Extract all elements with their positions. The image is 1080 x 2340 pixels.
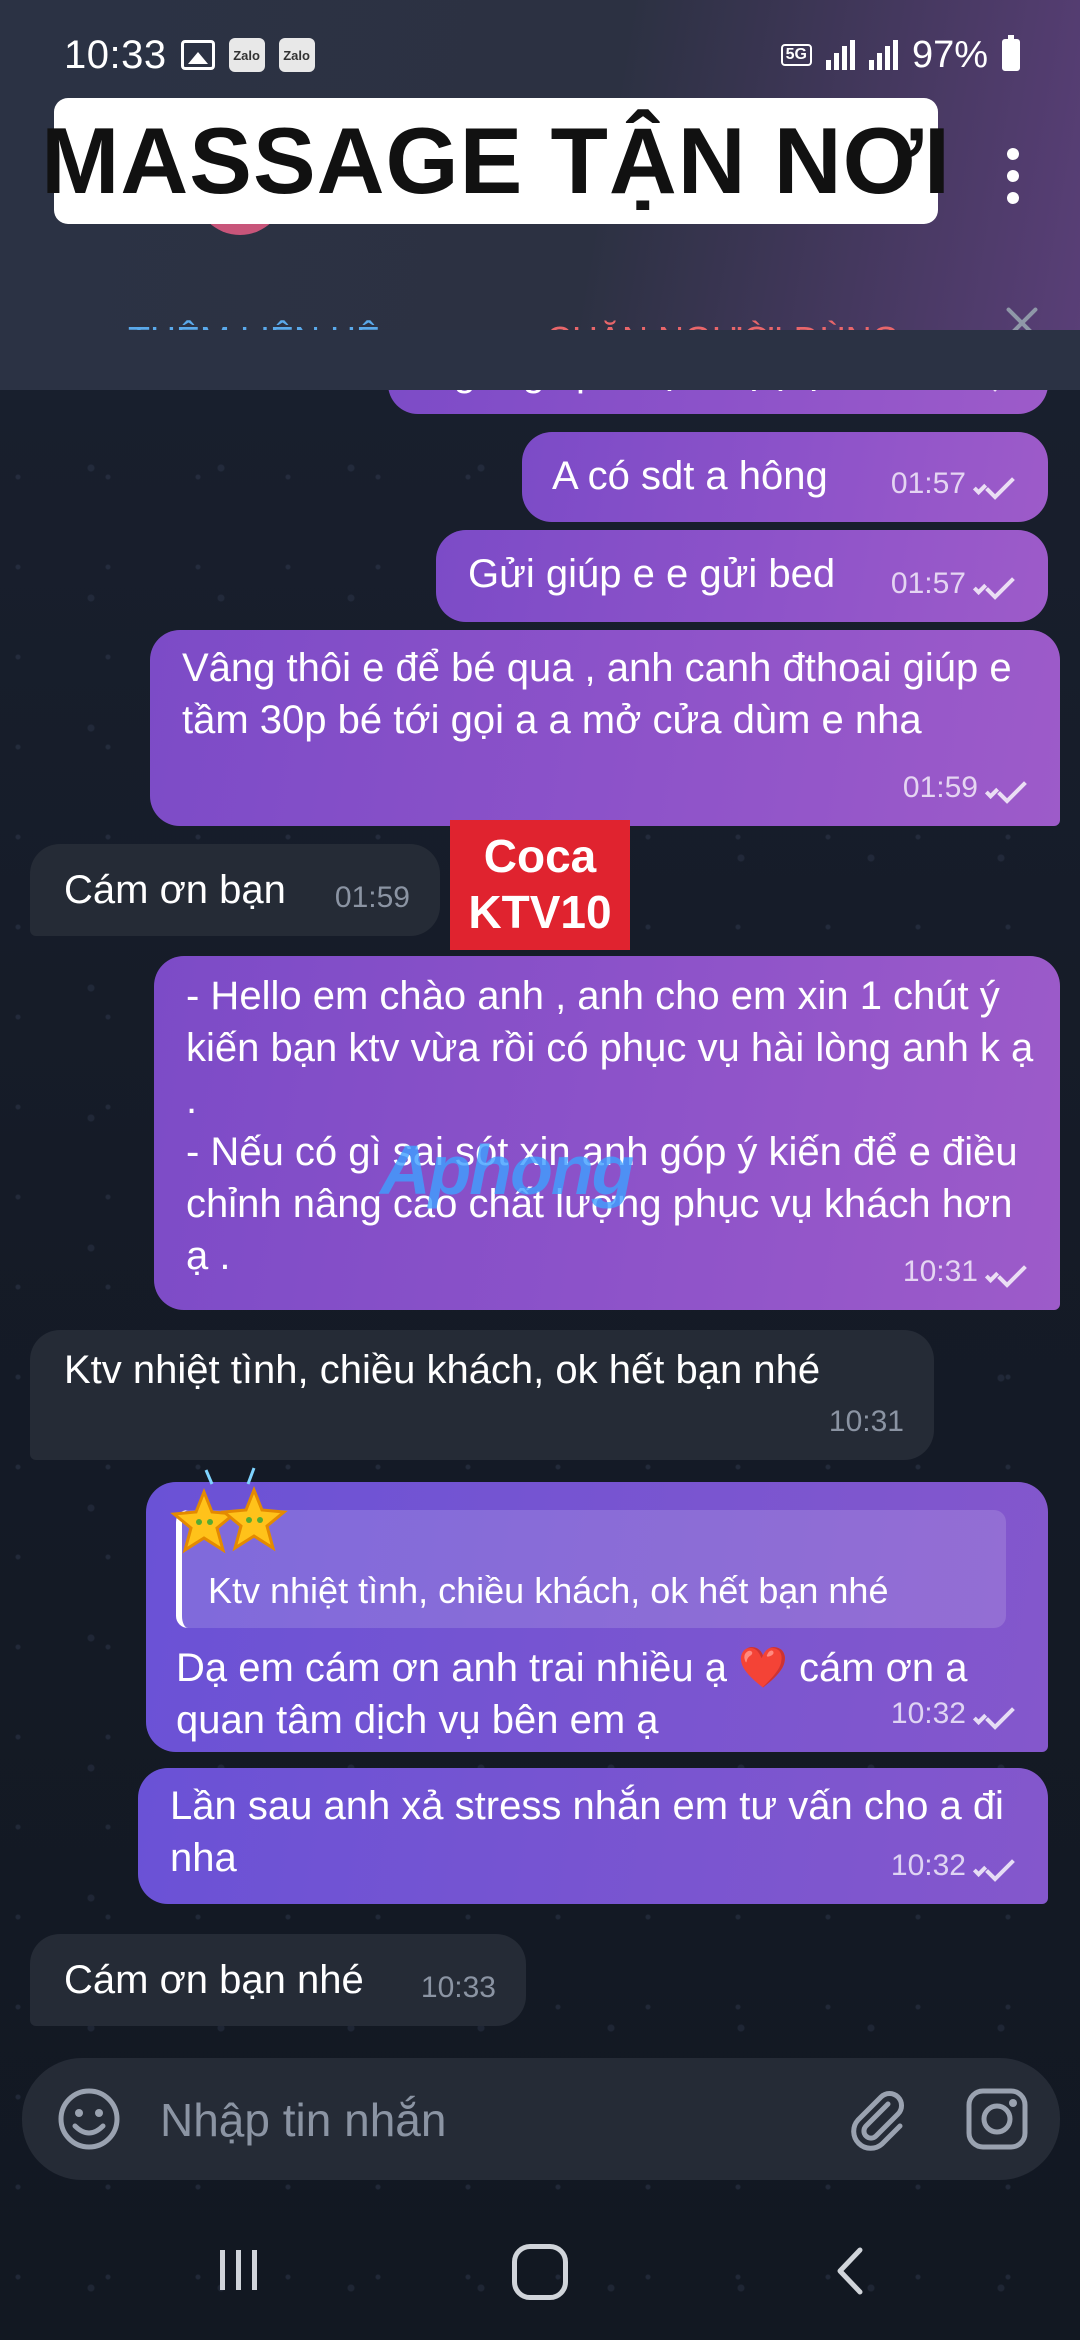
message-meta: 01:57 bbox=[891, 558, 1018, 610]
read-check-icon bbox=[972, 1852, 1018, 1882]
battery-percentage: 97% bbox=[911, 33, 988, 76]
message-time: 01:59 bbox=[902, 771, 978, 804]
message-meta: 10:32 bbox=[891, 1688, 1018, 1740]
message-time: 10:32 bbox=[890, 1697, 966, 1730]
message-text: Cám ơn bạn nhé bbox=[64, 1958, 364, 2002]
message-meta: 10:33 bbox=[421, 1962, 496, 2014]
message-time: 01:57 bbox=[890, 467, 966, 500]
message-text: Ktv nhiệt tình, chiều khách, ok hết bạn … bbox=[64, 1348, 821, 1392]
status-left: 10:33 Zalo Zalo bbox=[64, 33, 315, 78]
message-text: Cám ơn bạn bbox=[64, 868, 286, 912]
badge-line-2: KTV10 bbox=[468, 886, 612, 938]
message-bubble-outgoing[interactable]: Gửi giúp e e gửi bed 01:57 bbox=[436, 530, 1048, 622]
read-check-icon bbox=[984, 774, 1030, 804]
instagram-camera-icon[interactable] bbox=[962, 2084, 1032, 2154]
badge-line-1: Coca bbox=[483, 830, 597, 882]
message-meta: 10:31 bbox=[829, 1396, 904, 1448]
message-bubble-incoming[interactable]: Ktv nhiệt tình, chiều khách, ok hết bạn … bbox=[30, 1330, 934, 1460]
read-check-icon bbox=[972, 570, 1018, 600]
message-meta: 01:59 bbox=[903, 762, 1030, 814]
status-bar: 10:33 Zalo Zalo 5G 97% bbox=[0, 0, 1080, 110]
read-check-icon bbox=[972, 1700, 1018, 1730]
message-meta: 01:57 bbox=[891, 458, 1018, 510]
message-text: A có sdt a hông bbox=[552, 454, 828, 498]
message-input[interactable] bbox=[160, 2088, 800, 2152]
home-icon[interactable] bbox=[512, 2244, 568, 2300]
coca-ktv-badge: Coca KTV10 bbox=[450, 820, 630, 950]
message-composer bbox=[22, 2058, 1060, 2180]
message-bubble-outgoing[interactable]: Vâng thôi e để bé qua , anh canh đthoai … bbox=[150, 630, 1060, 826]
recent-apps-icon[interactable] bbox=[214, 2248, 264, 2292]
telegram-chat-screen: 10:33 Zalo Zalo 5G 97% MASSAGE TẬN NƠI T… bbox=[0, 0, 1080, 2340]
system-nav-bar bbox=[0, 2200, 1080, 2340]
message-bubble-outgoing[interactable]: Lần sau anh xả stress nhắn em tư vấn cho… bbox=[138, 1768, 1048, 1904]
message-bubble-outgoing-reply[interactable]: Ktv nhiệt tình, chiều khách, ok hết bạn … bbox=[146, 1467, 1048, 1752]
message-bubble-incoming[interactable]: Cám ơn bạn 01:59 bbox=[30, 844, 440, 936]
message-text: - Hello em chào anh , anh cho em xin 1 c… bbox=[186, 974, 1034, 1278]
attach-icon[interactable] bbox=[842, 2084, 912, 2154]
signal-icon bbox=[868, 40, 898, 70]
message-meta: 01:59 bbox=[335, 872, 410, 924]
zalo-notification-icon: Zalo bbox=[228, 38, 265, 72]
message-time: 10:31 bbox=[828, 1405, 904, 1438]
message-bubble-incoming[interactable]: Cám ơn bạn nhé 10:33 bbox=[30, 1934, 526, 2026]
image-notification-icon bbox=[180, 40, 215, 70]
network-type: 5G bbox=[780, 44, 812, 66]
message-text: Gửi giúp e e gửi bed bbox=[468, 552, 836, 596]
status-time: 10:33 bbox=[64, 32, 167, 77]
message-meta: 10:31 bbox=[903, 1246, 1030, 1298]
quoted-text: Ktv nhiệt tình, chiều khách, ok hết bạn … bbox=[208, 1570, 889, 1611]
emoji-icon[interactable] bbox=[56, 2086, 122, 2152]
watermark-text: Aphong bbox=[380, 1131, 634, 1209]
read-check-icon bbox=[984, 1258, 1030, 1288]
more-options-icon[interactable] bbox=[998, 148, 1028, 204]
message-time: 01:57 bbox=[890, 567, 966, 600]
message-text: Vâng thôi e để bé qua , anh canh đthoai … bbox=[182, 646, 1023, 742]
message-time: 10:33 bbox=[420, 1971, 496, 2004]
title-banner: MASSAGE TẬN NƠI bbox=[41, 98, 950, 224]
message-bubble-outgoing[interactable]: A có sdt a hông 01:57 bbox=[522, 432, 1048, 522]
message-time: 10:31 bbox=[902, 1255, 978, 1288]
signal-icon bbox=[825, 40, 855, 70]
zalo-notification-icon: Zalo bbox=[278, 38, 315, 72]
banner-text: MASSAGE TẬN NƠI bbox=[41, 108, 951, 213]
battery-icon bbox=[1002, 35, 1020, 71]
status-right: 5G 97% bbox=[780, 33, 1020, 77]
message-meta: 10:32 bbox=[891, 1840, 1018, 1892]
star-sticker-icon bbox=[170, 1467, 288, 1554]
watermark-logo: Aphong bbox=[380, 1130, 634, 1210]
message-list[interactable]: A gửi giúp e định vị ạ ạ 01:57 A có sdt … bbox=[0, 330, 1080, 2050]
message-time: 01:59 bbox=[334, 881, 410, 914]
read-check-icon bbox=[972, 470, 1018, 500]
message-time: 10:32 bbox=[890, 1849, 966, 1882]
header-mask bbox=[0, 330, 1080, 390]
back-icon[interactable] bbox=[826, 2246, 876, 2296]
